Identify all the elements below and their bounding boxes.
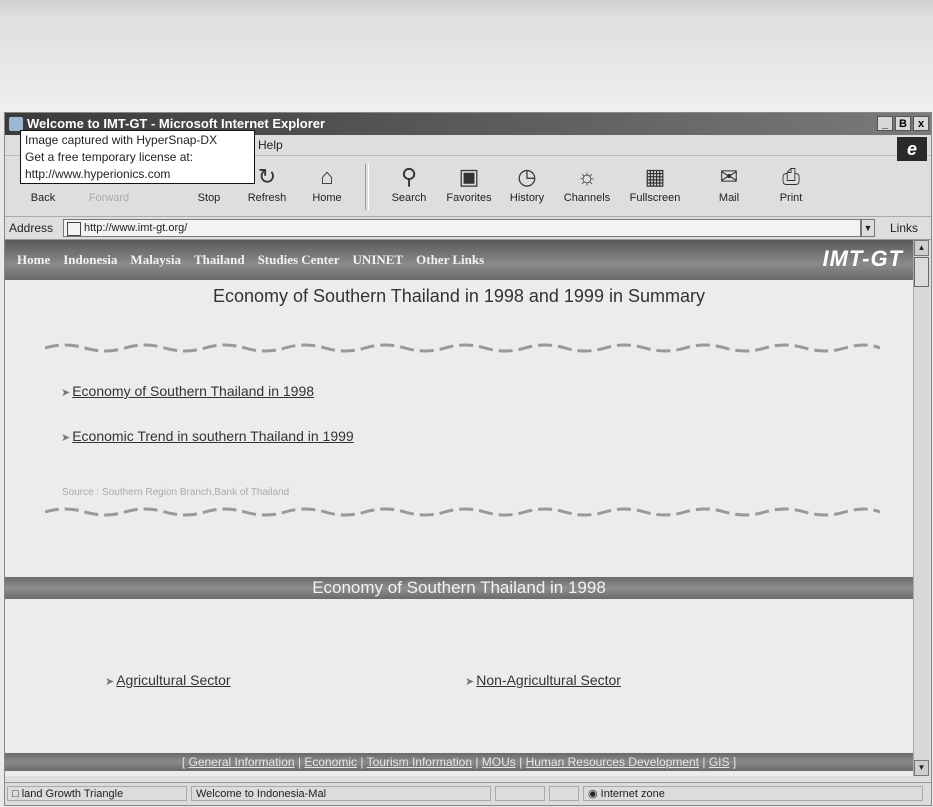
list-item: ➤ Agricultural Sector bbox=[105, 672, 231, 688]
non-agricultural-sector-link[interactable]: Non-Agricultural Sector bbox=[476, 672, 621, 688]
nav-home[interactable]: Home bbox=[17, 252, 50, 268]
channels-button[interactable]: ☼ Channels bbox=[559, 162, 615, 214]
tooltip-line: Get a free temporary license at: bbox=[25, 150, 194, 164]
site-nav-items: Home Indonesia Malaysia Thailand Studies… bbox=[17, 252, 484, 268]
source-note: Source : Southern Region Branch,Bank of … bbox=[62, 487, 290, 498]
vertical-scrollbar[interactable]: ▲ ▼ bbox=[913, 240, 929, 776]
bullet-icon: ➤ bbox=[61, 387, 71, 399]
ie-icon bbox=[9, 117, 23, 131]
nav-indonesia[interactable]: Indonesia bbox=[63, 252, 117, 268]
nav-studies-center[interactable]: Studies Center bbox=[258, 252, 340, 268]
page-title: Economy of Southern Thailand in 1998 and… bbox=[213, 286, 705, 306]
footer-mous[interactable]: MOUs bbox=[482, 755, 516, 769]
globe-icon: ◉ bbox=[588, 788, 601, 800]
home-icon: ⌂ bbox=[320, 164, 334, 189]
favorites-icon: ▣ bbox=[458, 164, 480, 189]
status-bar: □ land Growth Triangle Welcome to Indone… bbox=[5, 782, 931, 805]
economic-trend-1999-link[interactable]: Economic Trend in southern Thailand in 1… bbox=[72, 428, 353, 444]
mail-button[interactable]: ✉ Mail bbox=[701, 162, 757, 214]
favorites-button[interactable]: ▣ Favorites bbox=[441, 162, 497, 214]
print-button[interactable]: ⎙ Print bbox=[763, 162, 819, 214]
site-nav-bar: Home Indonesia Malaysia Thailand Studies… bbox=[5, 240, 913, 280]
channels-icon: ☼ bbox=[576, 164, 598, 189]
economy-1998-link[interactable]: Economy of Southern Thailand in 1998 bbox=[72, 383, 314, 399]
search-button[interactable]: ⚲ Search bbox=[381, 162, 437, 214]
nav-thailand[interactable]: Thailand bbox=[194, 252, 245, 268]
scroll-thumb[interactable] bbox=[914, 257, 929, 287]
mail-icon: ✉ bbox=[719, 164, 739, 189]
maximize-button[interactable]: B bbox=[895, 116, 911, 131]
footer-human-resources[interactable]: Human Resources Development bbox=[526, 755, 699, 769]
address-bar: Address http://www.imt-gt.org/ ▼ Links bbox=[5, 217, 931, 240]
address-input[interactable]: http://www.imt-gt.org/ bbox=[63, 219, 861, 237]
bullet-icon: ➤ bbox=[61, 432, 71, 444]
history-button[interactable]: ◷ History bbox=[499, 162, 555, 214]
window-controls: _ B x bbox=[877, 116, 929, 131]
status-panel-empty bbox=[495, 786, 545, 801]
list-item: ➤ Economic Trend in southern Thailand in … bbox=[61, 428, 354, 444]
fullscreen-icon: ▦ bbox=[644, 164, 666, 189]
page-icon: □ bbox=[12, 788, 22, 800]
site-logo: IMT-GT bbox=[822, 246, 903, 271]
status-panel-empty bbox=[549, 786, 579, 801]
decorative-divider bbox=[45, 507, 880, 517]
scan-background bbox=[0, 0, 933, 112]
page-icon bbox=[67, 222, 81, 236]
address-url: http://www.imt-gt.org/ bbox=[84, 222, 188, 234]
address-dropdown-icon[interactable]: ▼ bbox=[861, 219, 875, 237]
browser-window: Welcome to IMT-GT - Microsoft Internet E… bbox=[4, 112, 932, 806]
search-icon: ⚲ bbox=[400, 164, 418, 189]
page-viewport: Home Indonesia Malaysia Thailand Studies… bbox=[5, 240, 913, 776]
home-button[interactable]: ⌂ Home bbox=[299, 162, 355, 214]
nav-uninet[interactable]: UNINET bbox=[353, 252, 404, 268]
list-item: ➤ Economy of Southern Thailand in 1998 bbox=[61, 383, 314, 399]
nav-malaysia[interactable]: Malaysia bbox=[130, 252, 181, 268]
links-button[interactable]: Links bbox=[890, 221, 918, 235]
agricultural-sector-link[interactable]: Agricultural Sector bbox=[116, 672, 230, 688]
scan-band bbox=[0, 0, 933, 20]
close-button[interactable]: x bbox=[913, 116, 929, 131]
status-panel-url: □ land Growth Triangle bbox=[7, 786, 187, 801]
tooltip-line: http://www.hyperionics.com bbox=[25, 167, 171, 181]
nav-other-links[interactable]: Other Links bbox=[416, 252, 484, 268]
list-item: ➤ Non-Agricultural Sector bbox=[465, 672, 621, 688]
footer-economic[interactable]: Economic bbox=[304, 755, 357, 769]
toolbar-separator bbox=[365, 164, 369, 210]
history-icon: ◷ bbox=[517, 164, 537, 189]
tooltip-line: Image captured with HyperSnap-DX bbox=[25, 133, 218, 147]
footer-general-information[interactable]: General Information bbox=[189, 755, 295, 769]
scroll-up-icon[interactable]: ▲ bbox=[914, 240, 929, 256]
section-header: Economy of Southern Thailand in 1998 bbox=[5, 577, 913, 599]
minimize-button[interactable]: _ bbox=[877, 116, 893, 131]
footer-gis[interactable]: GIS bbox=[709, 755, 730, 769]
scroll-down-icon[interactable]: ▼ bbox=[914, 760, 929, 776]
menu-help[interactable]: Help bbox=[258, 135, 283, 155]
footer-tourism-information[interactable]: Tourism Information bbox=[367, 755, 472, 769]
status-panel-zone: ◉ Internet zone bbox=[583, 786, 923, 801]
hypersnap-tooltip: Image captured with HyperSnap-DX Get a f… bbox=[20, 130, 255, 184]
fullscreen-button[interactable]: ▦ Fullscreen bbox=[627, 162, 683, 214]
address-label: Address bbox=[9, 221, 54, 235]
print-icon: ⎙ bbox=[782, 164, 800, 189]
bullet-icon: ➤ bbox=[105, 676, 115, 688]
bullet-icon: ➤ bbox=[465, 676, 475, 688]
status-panel-title: Welcome to Indonesia-Mal bbox=[191, 786, 491, 801]
decorative-divider bbox=[45, 343, 880, 353]
footer-nav: [ General Information | Economic | Touri… bbox=[5, 753, 913, 771]
